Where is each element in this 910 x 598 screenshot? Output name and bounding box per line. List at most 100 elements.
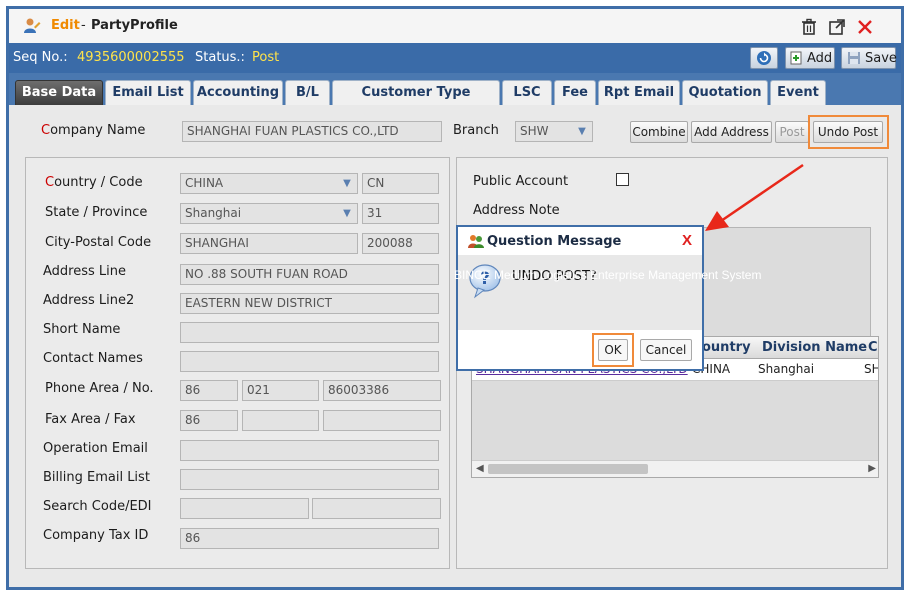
tab-accounting[interactable]: Accounting (193, 80, 283, 105)
page-title: PartyProfile (91, 18, 178, 33)
contact-names-input[interactable] (180, 351, 439, 372)
grid-horizontal-scrollbar[interactable]: ◀ ▶ (472, 460, 878, 477)
city-input[interactable]: SHANGHAI (180, 233, 358, 254)
grid-cell-extra: SH (864, 362, 879, 376)
user-edit-icon (24, 18, 41, 33)
close-icon[interactable] (855, 17, 875, 37)
combine-button[interactable]: Combine (630, 121, 688, 143)
save-button-label: Save (865, 51, 897, 66)
tab-rpt-email[interactable]: Rpt Email (598, 80, 680, 105)
ok-button-highlight (592, 333, 634, 367)
grid-header-extra[interactable]: C (868, 340, 878, 355)
users-icon (468, 235, 484, 248)
company-tax-id-label: Company Tax ID (43, 528, 149, 543)
operation-email-label: Operation Email (43, 441, 148, 456)
title-separator: - (81, 18, 86, 33)
add-button-label: Add (807, 51, 833, 66)
chevron-down-icon: ▼ (343, 208, 351, 219)
tab-quotation[interactable]: Quotation (682, 80, 768, 105)
chevron-down-icon: ▼ (343, 178, 351, 189)
grid-cell-division: Shanghai (758, 362, 815, 376)
address-line-label: Address Line (43, 264, 126, 279)
question-message-dialog: Question Message X ? UNDO POST? OK Cance… (456, 225, 704, 371)
save-button[interactable]: Save (841, 47, 897, 69)
title-bar: Edit - PartyProfile (9, 9, 901, 43)
scrollbar-thumb[interactable] (488, 464, 648, 474)
add-address-button[interactable]: Add Address (691, 121, 772, 143)
phone-number-input[interactable]: 86003386 (323, 380, 441, 401)
search-code-input[interactable] (180, 498, 309, 519)
public-account-checkbox[interactable] (616, 173, 629, 186)
short-name-label: Short Name (43, 322, 121, 337)
tab-lsc[interactable]: LSC (502, 80, 552, 105)
branch-label: Branch (453, 123, 499, 138)
tab-bl[interactable]: B/L (285, 80, 330, 105)
city-postal-label: City-Postal Code (45, 235, 152, 250)
branch-select[interactable]: SHW ▼ (515, 121, 593, 142)
phone-country-input[interactable]: 86 (180, 380, 238, 401)
refresh-icon (757, 51, 771, 65)
party-profile-window: Edit - PartyProfile Seq No.: 49356000025… (6, 6, 904, 590)
company-name-label: Company Name (41, 123, 146, 138)
scroll-left-icon[interactable]: ◀ (476, 463, 484, 474)
country-select[interactable]: CHINA ▼ (180, 173, 358, 194)
address-line2-input[interactable]: EASTERN NEW DISTRICT (180, 293, 439, 314)
dialog-title-bar: Question Message X (458, 227, 702, 255)
public-account-label: Public Account (473, 174, 569, 189)
state-select-value: Shanghai (185, 206, 242, 220)
short-name-input[interactable] (180, 322, 439, 343)
grid-header-division[interactable]: Division Name (762, 340, 867, 355)
address-note-label: Address Note (473, 203, 560, 218)
restore-icon[interactable] (827, 17, 847, 37)
tab-fee[interactable]: Fee (554, 80, 596, 105)
phone-area-input[interactable]: 021 (242, 380, 319, 401)
chevron-down-icon: ▼ (578, 126, 586, 137)
cancel-button[interactable]: Cancel (640, 339, 692, 361)
address-line-input[interactable]: NO .88 SOUTH FUAN ROAD (180, 264, 439, 285)
operation-email-input[interactable] (180, 440, 439, 461)
fax-label: Fax Area / Fax (45, 412, 136, 427)
status-label: Status.: (195, 50, 245, 65)
dialog-title: Question Message (487, 234, 622, 249)
title-mode: Edit (51, 18, 80, 33)
tab-email-list[interactable]: Email List (105, 80, 191, 105)
state-select[interactable]: Shanghai ▼ (180, 203, 358, 224)
grid-header-country[interactable]: ountry (702, 340, 751, 355)
status-bar: Seq No.: 4935600002555 Status.: Post Add (9, 43, 901, 73)
tab-base-data[interactable]: Base Data (15, 80, 103, 105)
postal-code-input[interactable]: 200088 (362, 233, 439, 254)
trash-icon[interactable] (799, 17, 819, 37)
tab-customer-type-setting[interactable]: Customer Type Setting (332, 80, 500, 124)
country-code-input[interactable]: CN (362, 173, 439, 194)
add-button[interactable]: Add (785, 47, 835, 69)
seq-no-value: 4935600002555 (77, 50, 185, 65)
watermark-text: BINCE Medium Logistics Enterprise Manage… (454, 268, 762, 282)
post-button[interactable]: Post (775, 121, 809, 143)
billing-email-label: Billing Email List (43, 470, 150, 485)
company-tax-id-input[interactable]: 86 (180, 528, 439, 549)
refresh-button[interactable] (750, 47, 778, 69)
add-document-icon (790, 51, 802, 65)
fax-area-input[interactable] (242, 410, 319, 431)
annotation-arrow (705, 163, 804, 231)
dialog-body: ? UNDO POST? (458, 255, 702, 330)
fax-country-input[interactable]: 86 (180, 410, 238, 431)
country-select-value: CHINA (185, 176, 224, 190)
tab-event[interactable]: Event (770, 80, 826, 105)
state-label: State / Province (45, 205, 148, 220)
dialog-close-button[interactable]: X (682, 232, 692, 249)
address-line2-label: Address Line2 (43, 293, 135, 308)
scroll-right-icon[interactable]: ▶ (868, 463, 876, 474)
state-code-input[interactable]: 31 (362, 203, 439, 224)
phone-label: Phone Area / No. (45, 381, 154, 396)
fax-number-input[interactable] (323, 410, 441, 431)
contact-names-label: Contact Names (43, 351, 143, 366)
edi-input[interactable] (312, 498, 441, 519)
dialog-footer: OK Cancel (458, 330, 702, 369)
save-icon (848, 52, 860, 64)
seq-no-label: Seq No.: (13, 50, 68, 65)
company-name-input[interactable]: SHANGHAI FUAN PLASTICS CO.,LTD (182, 121, 442, 142)
tab-bar: Base Data Email List Accounting B/L Cust… (9, 73, 901, 124)
branch-select-value: SHW (520, 124, 549, 138)
billing-email-input[interactable] (180, 469, 439, 490)
